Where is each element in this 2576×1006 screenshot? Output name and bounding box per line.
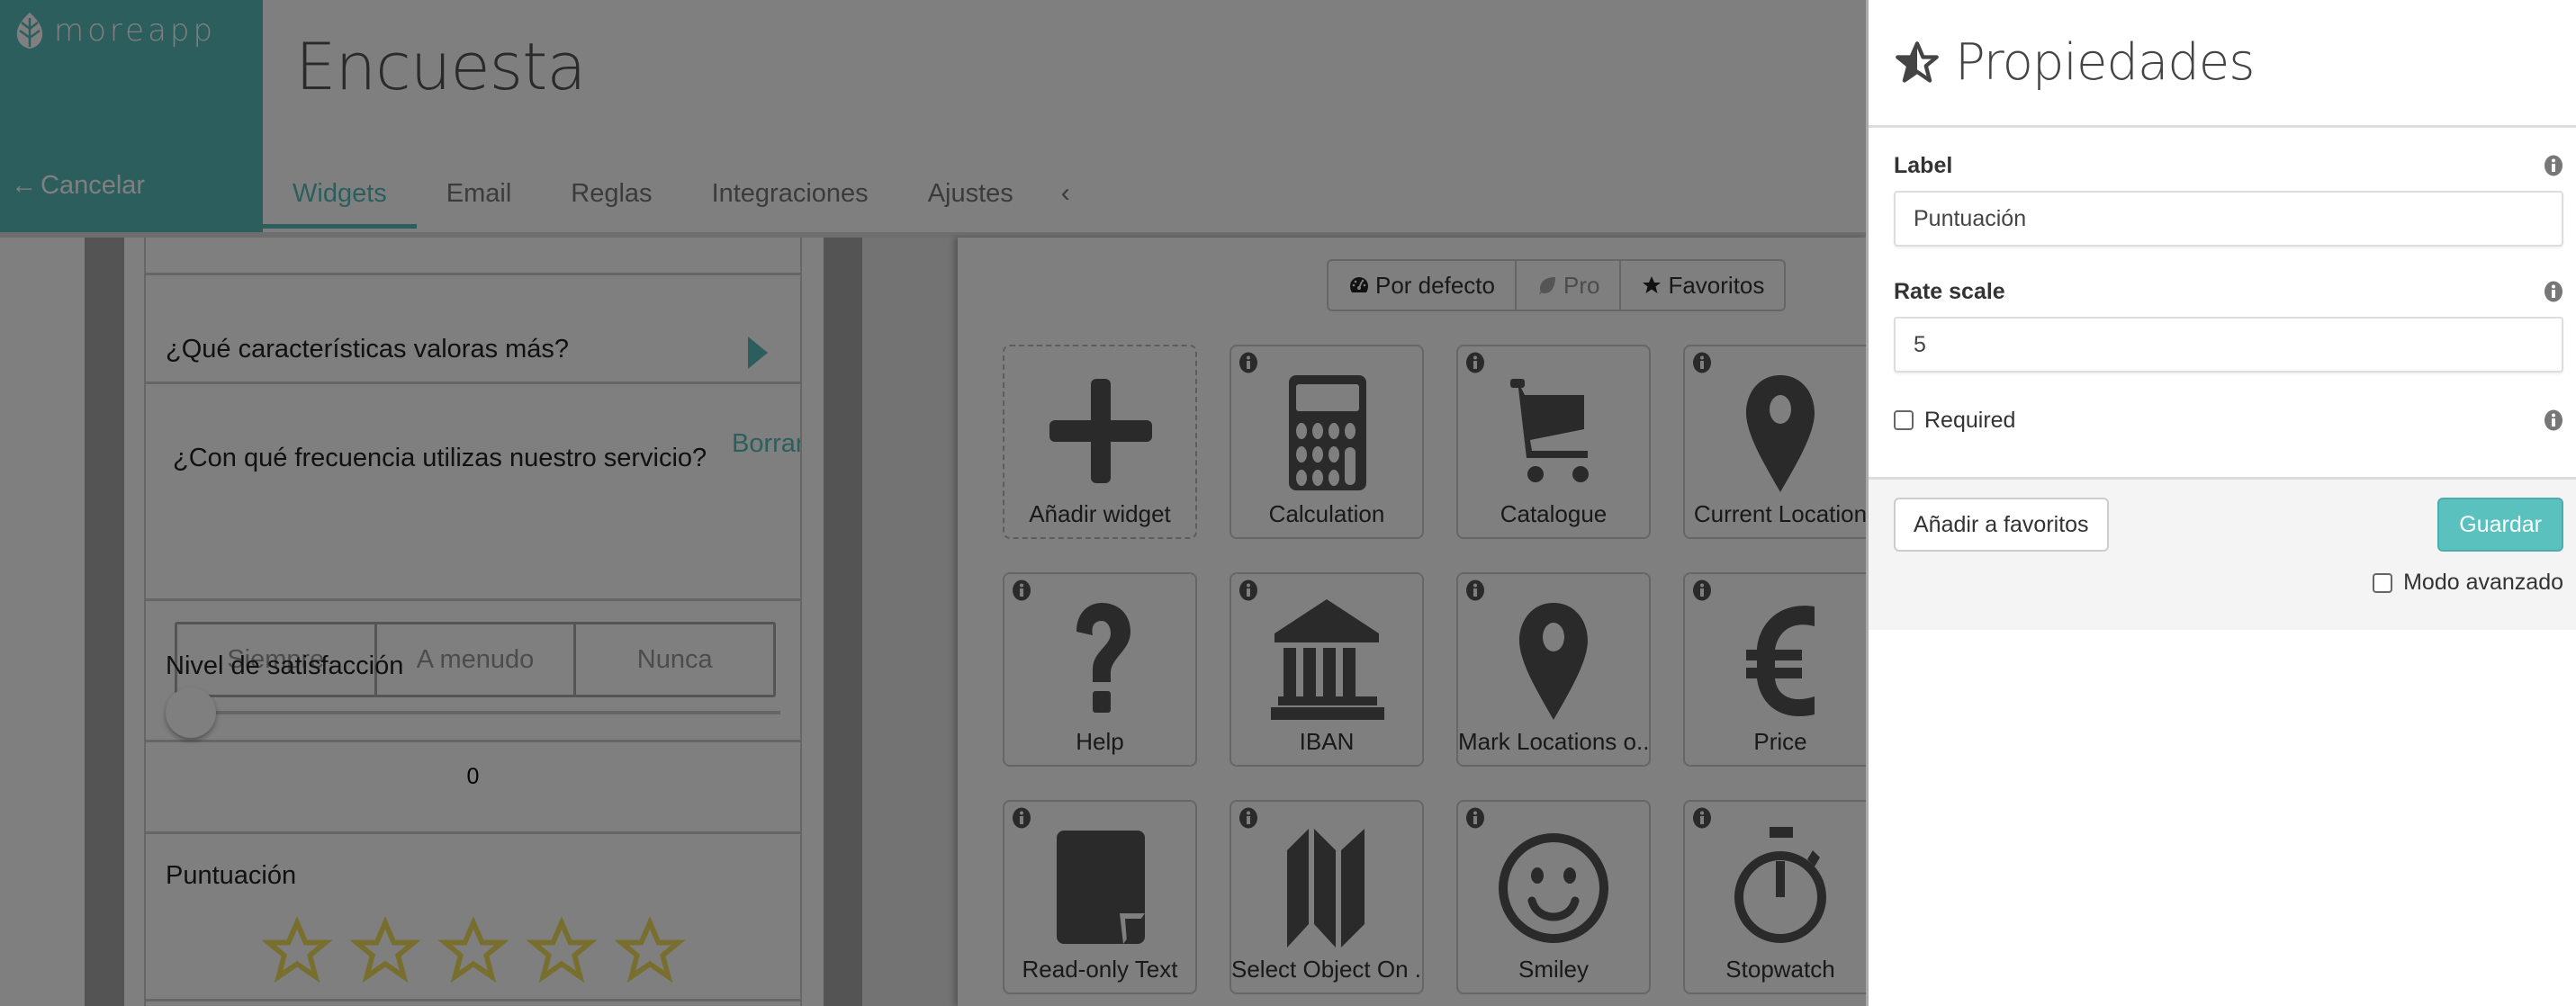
- add-to-favorites-button[interactable]: Añadir a favoritos: [1894, 498, 2109, 552]
- star-half-icon: [1896, 40, 1939, 83]
- properties-footer: Añadir a favoritos Guardar Modo avanzado: [1869, 477, 2576, 630]
- properties-header: Propiedades: [1869, 0, 2576, 128]
- advanced-mode-label: Modo avanzado: [2403, 570, 2563, 595]
- label-field: Label: [1894, 153, 2563, 252]
- rate-scale-field: Rate scale: [1894, 279, 2563, 378]
- save-button[interactable]: Guardar: [2437, 498, 2563, 552]
- info-icon[interactable]: [2544, 409, 2563, 431]
- modal-backdrop[interactable]: [0, 0, 1866, 1006]
- advanced-mode-checkbox[interactable]: [2373, 572, 2393, 593]
- info-icon[interactable]: [2544, 281, 2563, 302]
- properties-title: Propiedades: [1955, 33, 2255, 92]
- rate-scale-input[interactable]: [1894, 317, 2563, 373]
- info-icon[interactable]: [2544, 155, 2563, 176]
- required-label: Required: [1924, 407, 2016, 433]
- form-builder-app: moreapp ← Cancelar Encuesta Widgets Emai…: [0, 0, 1866, 1006]
- label-input[interactable]: [1894, 191, 2563, 247]
- label-field-label: Label: [1894, 153, 1953, 178]
- advanced-mode-row: Modo avanzado: [2373, 570, 2563, 596]
- rate-scale-label: Rate scale: [1894, 279, 2005, 304]
- required-row: Required: [1894, 407, 2563, 434]
- properties-panel: Propiedades Label Rate scale Required Añ…: [1866, 0, 2576, 1006]
- required-checkbox[interactable]: [1894, 410, 1914, 430]
